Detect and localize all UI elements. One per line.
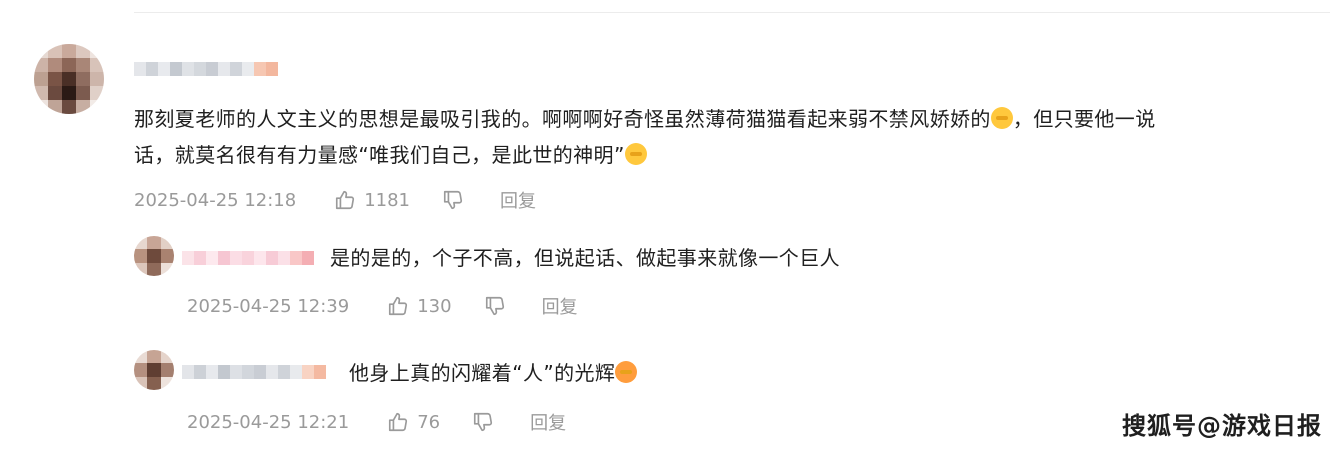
watermark: 搜狐号@游戏日报 [1122,412,1322,440]
comment-line-1b: ，但只要他一说 [1012,107,1156,131]
comment-date: 2025-04-25 12:21 [187,411,350,433]
thumb-down-icon[interactable] [472,411,494,433]
comment-date: 2025-04-25 12:39 [187,295,350,317]
comment-text: 那刻夏老师的人文主义的思想是最吸引我的。啊啊啊好奇怪虽然薄荷猫猫看起来弱不禁风娇… [134,101,1324,173]
thumb-up-icon[interactable] [387,411,409,433]
emoji-icon [615,361,638,383]
reply-button[interactable]: 回复 [500,187,536,213]
comment-line-1: 那刻夏老师的人文主义的思想是最吸引我的。啊啊啊好奇怪虽然薄荷猫猫看起来弱不禁风娇… [134,107,991,131]
reply-text-content: 他身上真的闪耀着“人”的光辉 [349,361,616,385]
like-count: 76 [417,411,441,433]
comment-meta: 2025-04-25 12:39 130 回复 [187,293,578,319]
thumb-up-icon[interactable] [334,189,356,211]
avatar[interactable] [134,350,174,390]
comment-meta: 2025-04-25 12:21 76 回复 [187,409,566,435]
avatar[interactable] [34,44,104,114]
top-divider [134,12,1330,13]
thumb-down-icon[interactable] [442,189,464,211]
thumb-up-icon[interactable] [387,295,409,317]
username-mosaic[interactable] [134,62,278,76]
emoji-icon [990,107,1013,129]
comment-date: 2025-04-25 12:18 [134,189,297,211]
thumb-down-icon[interactable] [484,295,506,317]
comment-line-2: 话，就莫名很有有力量感“唯我们自己，是此世的神明” [134,143,625,167]
avatar[interactable] [134,236,174,276]
emoji-icon [624,143,647,165]
reply-button[interactable]: 回复 [530,409,566,435]
like-count: 130 [417,295,452,317]
comment-meta: 2025-04-25 12:18 1181 回复 [134,187,536,213]
like-count: 1181 [364,189,411,211]
username-mosaic[interactable] [182,365,326,379]
reply-text: 是的是的，个子不高，但说起话、做起事来就像一个巨人 [330,246,840,270]
reply-text: 他身上真的闪耀着“人”的光辉 [349,355,638,391]
username-mosaic[interactable] [182,251,314,265]
reply-button[interactable]: 回复 [542,293,578,319]
